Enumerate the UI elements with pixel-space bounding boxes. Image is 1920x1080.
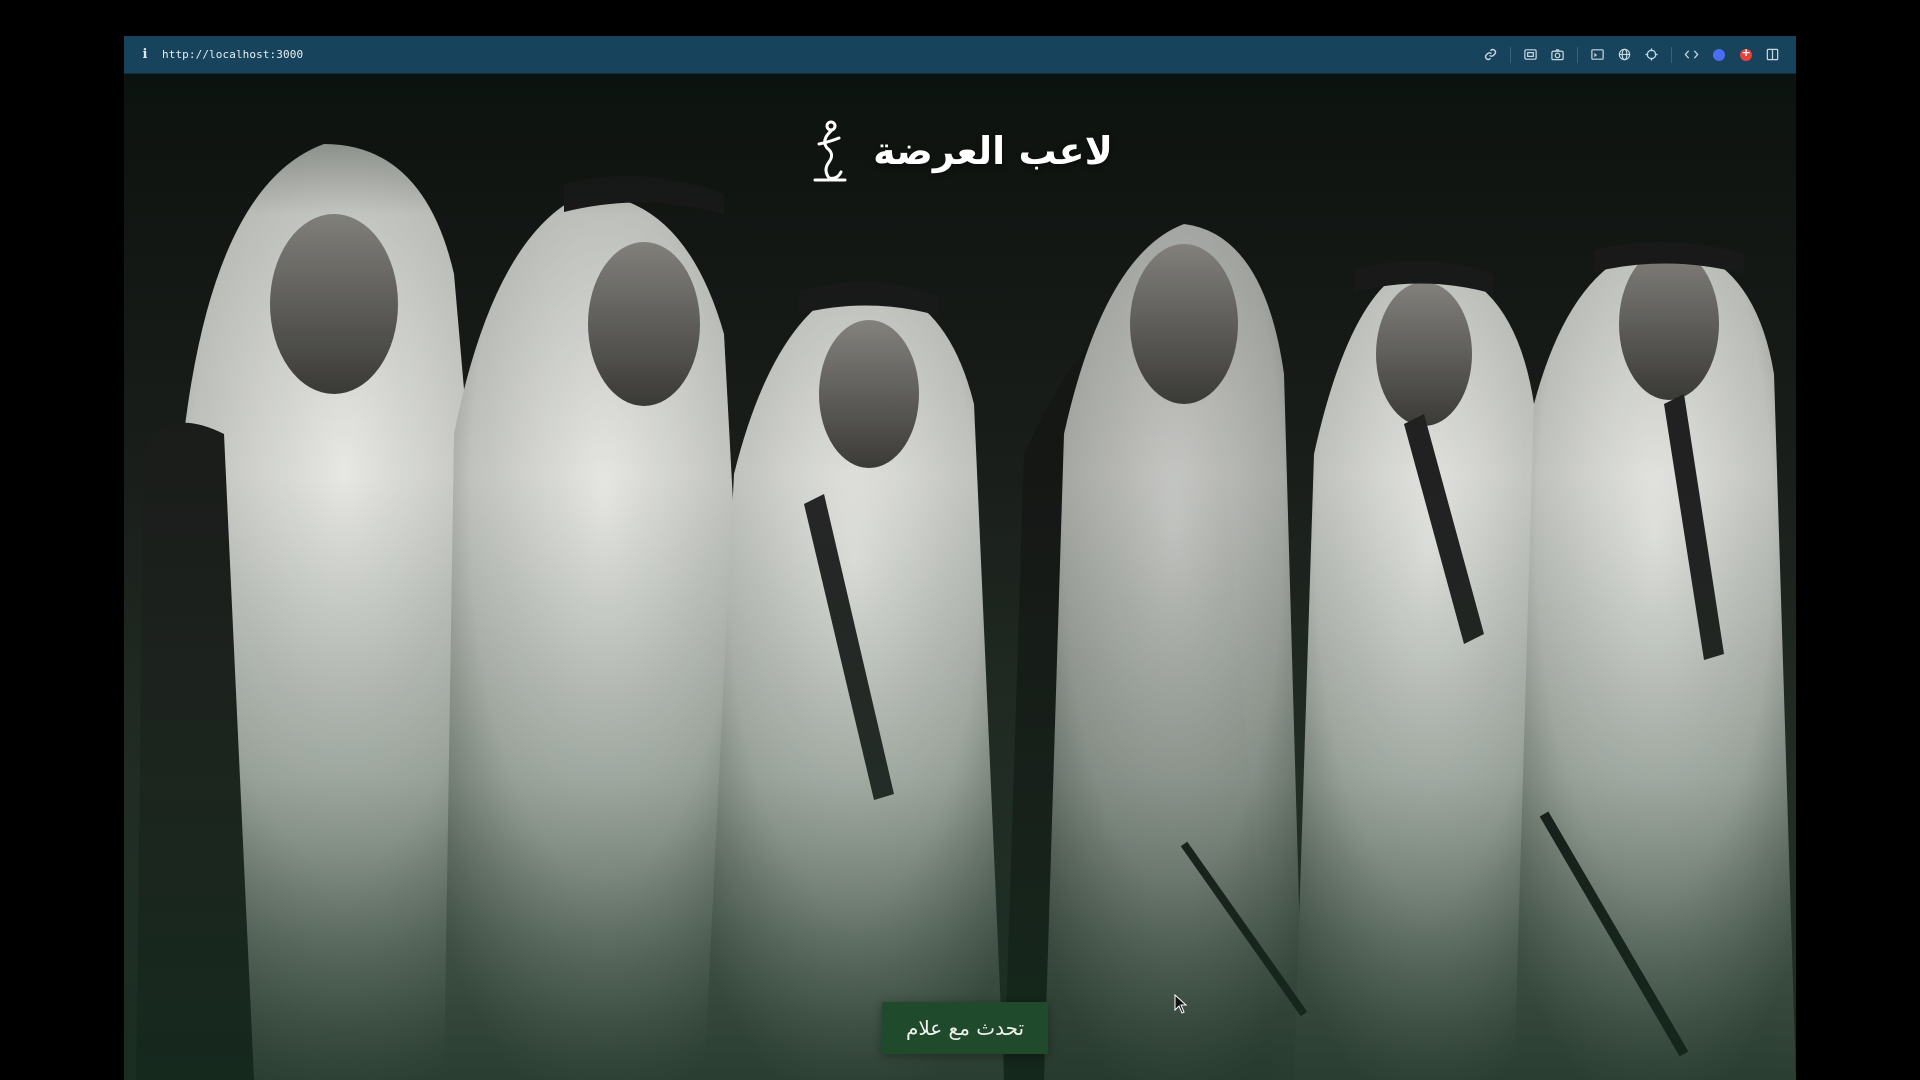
record-icon[interactable] <box>1732 43 1759 67</box>
site-title: لاعب العرضة <box>873 129 1113 173</box>
screenshot-icon[interactable] <box>1517 43 1544 67</box>
sidebar-icon[interactable] <box>1759 43 1786 67</box>
mouse-cursor-icon <box>1174 994 1188 1014</box>
address-bar[interactable]: http://localhost:3000 <box>162 48 303 61</box>
link-icon[interactable] <box>1477 43 1504 67</box>
globe-icon[interactable] <box>1611 43 1638 67</box>
browser-toolbar: i http://localhost:3000 <box>124 36 1796 74</box>
toolbar-icons <box>1477 43 1786 67</box>
toolbar-divider <box>1510 46 1511 63</box>
brand-header: لاعب العرضة <box>124 118 1796 184</box>
info-icon[interactable]: i <box>138 47 152 62</box>
terminal-icon[interactable] <box>1584 43 1611 67</box>
hero-section: لاعب العرضة تحدث مع علام <box>124 74 1796 1080</box>
camera-icon[interactable] <box>1544 43 1571 67</box>
browser-window: i http://localhost:3000 + لاعب العرضة تح… <box>124 36 1796 1080</box>
crosshair-icon[interactable] <box>1638 43 1665 67</box>
code-icon[interactable] <box>1678 43 1705 67</box>
toolbar-divider <box>1577 46 1578 63</box>
extension-icon[interactable] <box>1705 43 1732 67</box>
dancer-logo-icon <box>813 120 847 182</box>
hero-overlay <box>124 74 1796 1080</box>
talk-with-allam-button[interactable]: تحدث مع علام <box>882 1002 1048 1054</box>
toolbar-divider <box>1671 46 1672 63</box>
